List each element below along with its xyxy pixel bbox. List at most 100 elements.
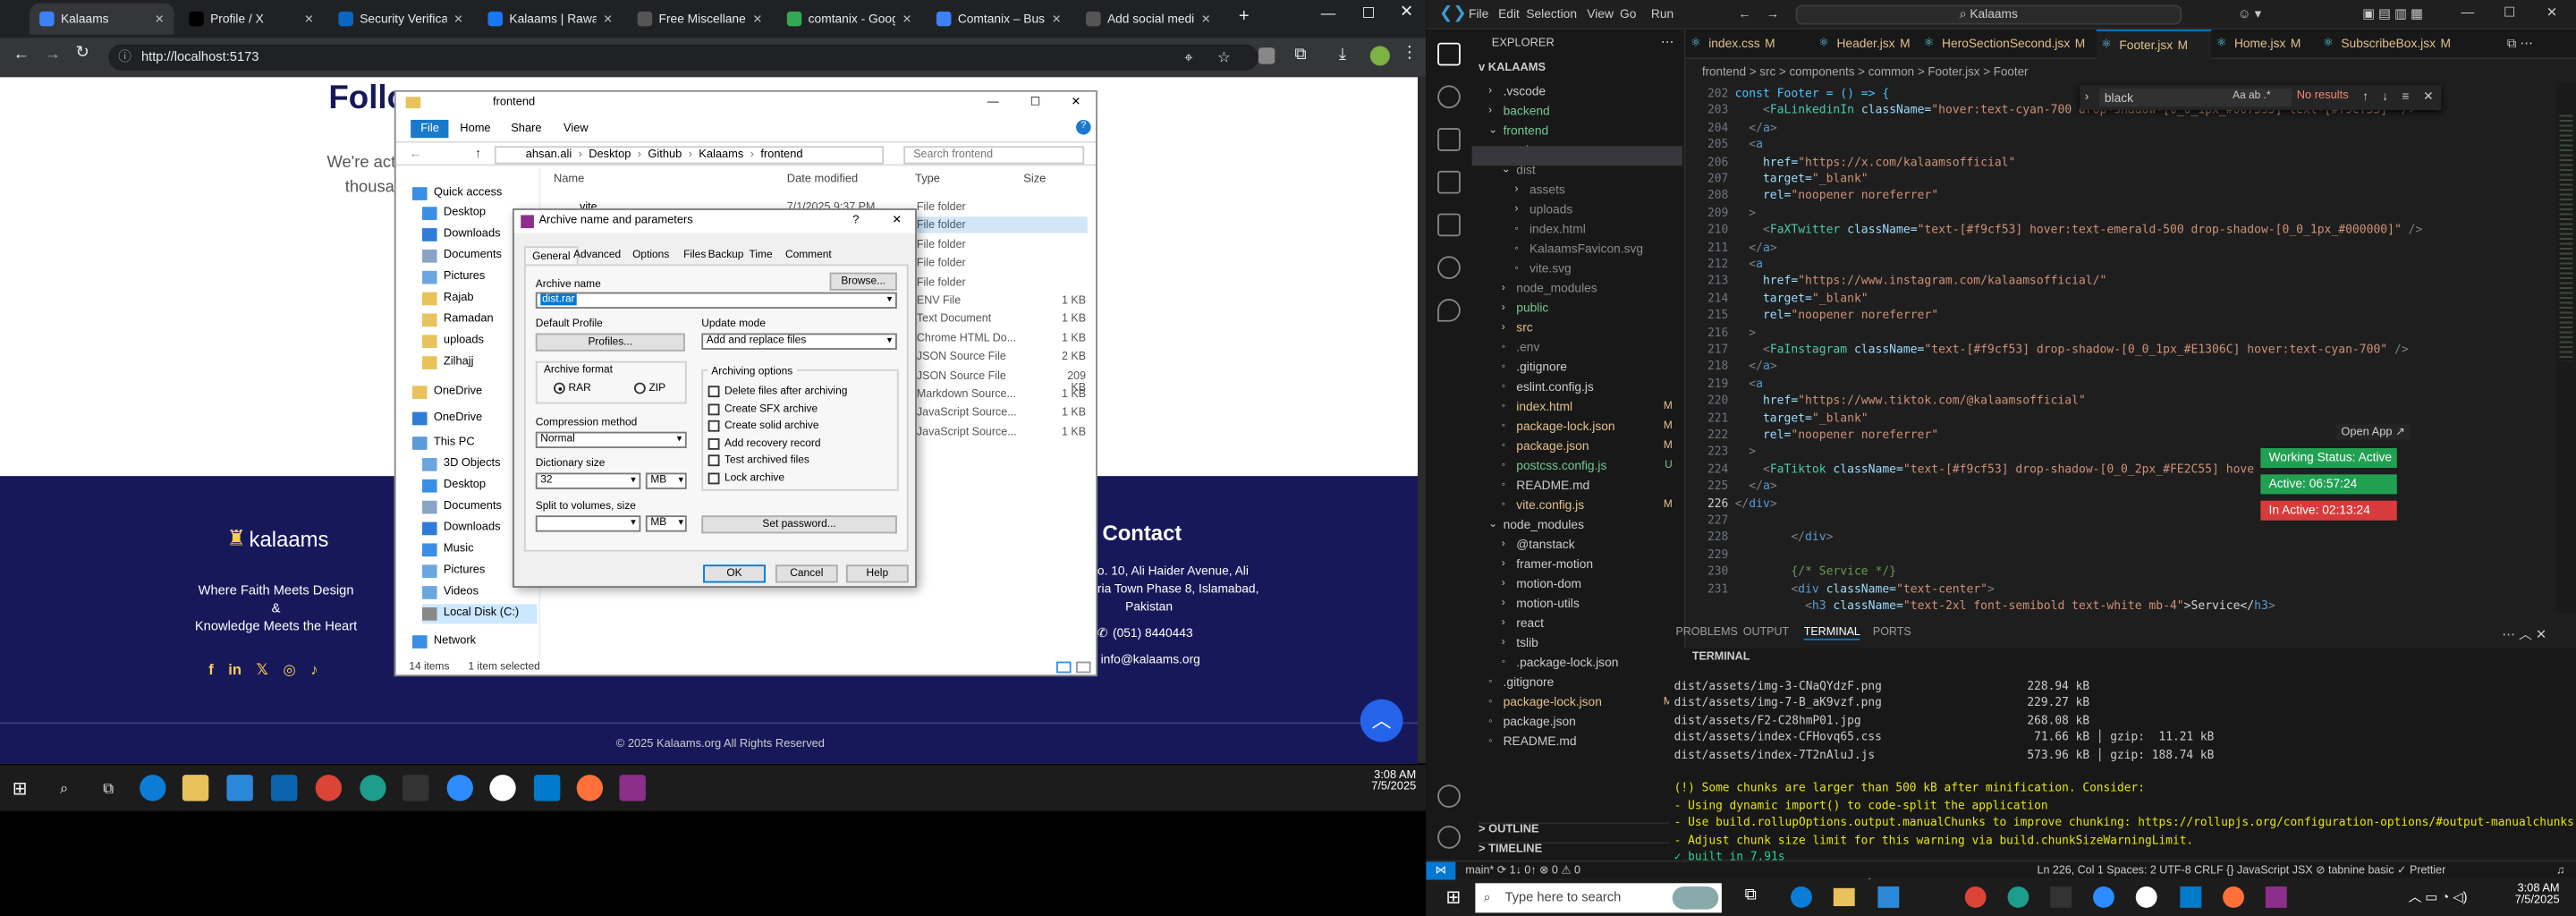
details-view-icon[interactable] [1056, 661, 1072, 674]
nav-back-icon[interactable]: ← [1738, 6, 1751, 21]
app-icon-right[interactable] [2007, 886, 2029, 908]
app-circle-icon-right[interactable] [2135, 886, 2157, 908]
option-checkbox[interactable] [708, 403, 720, 415]
browser-tab[interactable]: Profile / X ✕ [179, 4, 324, 35]
nav-item[interactable]: Videos [422, 582, 479, 602]
nav-item[interactable]: Documents [422, 497, 502, 517]
editor-tab[interactable]: ⚛ Header.jsx M [1814, 30, 1919, 59]
option-checkbox[interactable] [708, 437, 720, 449]
reload-icon[interactable]: ↻ [75, 45, 89, 63]
tab-close-icon[interactable]: ✕ [902, 13, 912, 26]
footer-email[interactable]: info@kalaams.org [1101, 652, 1200, 667]
browser-menu-icon[interactable]: ⋮ [1402, 45, 1418, 63]
find-expand-icon[interactable]: › [2085, 89, 2089, 104]
column-header-date-modified[interactable]: Date modified [787, 174, 858, 186]
app-icon[interactable] [360, 775, 386, 802]
dialog-help-icon[interactable]: ? [852, 210, 859, 233]
breadcrumb[interactable]: frontend > src > components > common > F… [1685, 61, 2576, 82]
format-rar-radio[interactable] [553, 382, 565, 394]
panel-tab-output[interactable]: OUTPUT [1743, 627, 1789, 639]
explorer-minimize-icon[interactable]: — [987, 92, 999, 115]
split-volumes-input[interactable]: ▾ [535, 515, 641, 532]
status-right[interactable]: Ln 226, Col 1 Spaces: 2 UTF-8 CRLF {} Ja… [2038, 861, 2446, 879]
compression-dropdown-icon[interactable]: ▾ [677, 433, 682, 446]
footer-phone[interactable]: (051) 8440443 [1113, 625, 1193, 640]
app-circle-icon[interactable] [489, 775, 516, 802]
panel-tab-terminal[interactable]: TERMINAL [1803, 627, 1860, 640]
remote-status-icon[interactable]: ⋈ [1426, 861, 1456, 880]
facebook-icon[interactable]: f [208, 662, 214, 680]
search-icon[interactable]: ⌕ [51, 775, 77, 801]
set-password-button[interactable]: Set password... [701, 515, 897, 534]
tree-item[interactable]: › assets [1472, 181, 1686, 200]
option-checkbox[interactable] [708, 454, 720, 467]
tree-item[interactable]: ◦ README.md [1472, 476, 1686, 496]
dictionary-unit-select[interactable]: MB ▾ [645, 472, 687, 489]
tree-item[interactable]: ◦ index.html M [1472, 397, 1686, 417]
tree-item[interactable]: ⌄ frontend [1472, 122, 1686, 141]
menu-view[interactable]: View [1587, 6, 1614, 21]
ribbon-tab-home[interactable]: Home [450, 120, 500, 138]
tree-item[interactable]: ◦ .gitignore [1472, 358, 1686, 377]
nav-item[interactable]: Ramadan [422, 310, 494, 330]
tree-item[interactable]: ◦ package.json M [1472, 437, 1686, 456]
tree-item[interactable]: ⌄ node_modules [1472, 515, 1686, 535]
panel-actions-icon[interactable]: ⋯ ︿ ✕ [2502, 625, 2546, 643]
update-mode-dropdown-icon[interactable]: ▾ [887, 335, 893, 348]
firefox-icon-right[interactable] [2223, 886, 2244, 908]
new-tab-icon[interactable]: + [1239, 6, 1250, 26]
nav-item[interactable]: Desktop [422, 476, 486, 496]
open-app-button[interactable]: Open App ↗ [2335, 423, 2411, 440]
nav-item[interactable]: Desktop [422, 204, 486, 224]
profile-avatar[interactable] [1369, 46, 1390, 66]
menu-run[interactable]: Run [1651, 6, 1674, 21]
nav-item[interactable]: Network [412, 632, 476, 652]
source-control-icon[interactable] [1437, 128, 1461, 151]
tree-item[interactable]: ◦ eslint.config.js [1472, 377, 1686, 397]
find-prev-icon[interactable]: ↑ [2362, 89, 2368, 104]
browser-tab[interactable]: Security Verificati ✕ [328, 4, 473, 35]
tree-item[interactable]: › tslib [1472, 633, 1686, 653]
explorer-path-bar[interactable]: ahsan.ali › Desktop › Github › Kalaams › fronten… [494, 146, 885, 165]
nav-item[interactable]: This PC [412, 433, 475, 453]
ribbon-tab-file[interactable]: File [411, 119, 449, 139]
maximize-icon[interactable]: ☐ [1362, 5, 1376, 23]
back-icon[interactable]: ← [13, 46, 30, 64]
path-segment[interactable]: ahsan.ali [526, 149, 572, 161]
layout-icons[interactable]: ▣ ▤ ▥ ▦ [2362, 6, 2423, 21]
store-icon[interactable] [226, 775, 253, 802]
taskbar-date[interactable]: 7/5/2025 [1347, 782, 1416, 793]
tree-item[interactable]: ◦ vite.svg [1472, 259, 1686, 279]
tree-item[interactable]: ◦ .env [1472, 338, 1686, 358]
terminal-panel[interactable]: TERMINAL dist/assets/img-3-CNaQYdzF.png … [1669, 648, 2576, 880]
file-explorer-taskbar-icon[interactable] [182, 775, 209, 802]
explorer-back-icon[interactable]: ← [409, 146, 422, 161]
nav-item[interactable]: Downloads [422, 225, 501, 244]
nav-forward-icon[interactable]: → [1766, 6, 1779, 21]
tree-item[interactable]: ◦ KalaamsFavicon.svg [1472, 240, 1686, 259]
large-icons-view-icon[interactable] [1076, 661, 1091, 674]
path-segment[interactable]: Desktop [589, 149, 631, 161]
tree-item[interactable]: › react [1472, 614, 1686, 633]
browser-tab[interactable]: comtanix - Googl ✕ [777, 4, 922, 35]
find-close-icon[interactable]: ✕ [2423, 89, 2434, 104]
linkedin-icon[interactable]: in [228, 662, 242, 680]
dialog-tab-advanced[interactable]: Advanced [567, 246, 628, 264]
dialog-tab-time[interactable]: Time [742, 246, 779, 264]
vscode-maximize-icon[interactable]: ☐ [2504, 5, 2515, 21]
nav-item[interactable]: Zilhajj [422, 353, 474, 373]
tab-close-icon[interactable]: ✕ [752, 13, 762, 26]
instagram-icon[interactable]: ◎ [283, 662, 295, 680]
tree-item[interactable]: ◦ .gitignore [1472, 673, 1686, 692]
mail-icon[interactable] [271, 775, 298, 802]
column-header-name[interactable]: Name [554, 174, 584, 186]
download-icon[interactable]: ⤓ [1339, 46, 1346, 64]
status-left[interactable]: main* ⟳ 1↓ 0↑ ⊗ 0 ⚠ 0 [1465, 861, 1580, 879]
zoom-icon[interactable] [446, 775, 473, 802]
close-window-icon[interactable]: ✕ [1400, 4, 1413, 21]
nav-item[interactable]: Documents [422, 246, 502, 266]
editor-tab[interactable]: ⚛ HeroSectionSecond.jsx M [1919, 30, 2096, 59]
ok-button[interactable]: OK [703, 564, 766, 583]
option-checkbox[interactable] [708, 471, 720, 484]
nav-item[interactable]: uploads [422, 332, 484, 352]
